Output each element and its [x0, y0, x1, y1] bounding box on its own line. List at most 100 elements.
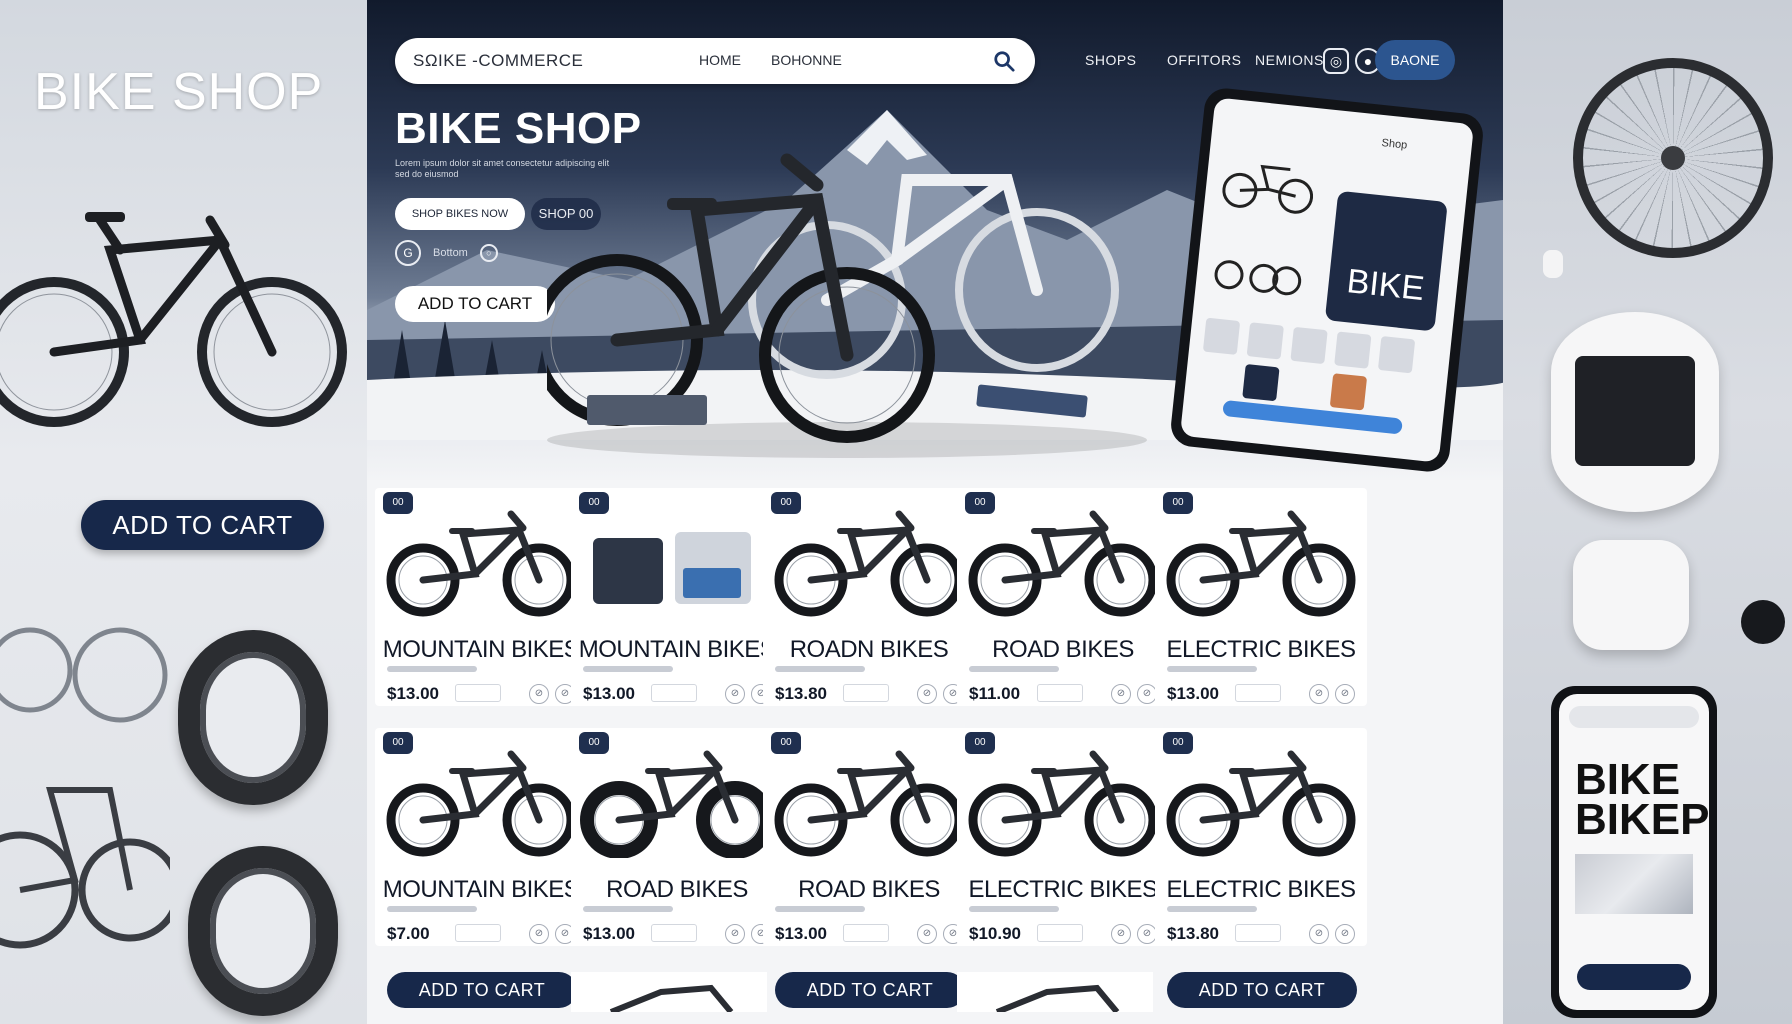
wishlist-icon[interactable]: ⊘: [1137, 924, 1157, 944]
handlebar-grip-ring: [188, 846, 338, 1016]
product-title[interactable]: ELECTRIC BIKES: [957, 876, 1169, 904]
phone-cart-button: [1577, 964, 1691, 990]
compare-icon[interactable]: ⊘: [1309, 924, 1329, 944]
compare-icon[interactable]: ⊘: [1111, 924, 1131, 944]
search-icon[interactable]: [993, 50, 1015, 72]
product-badge: 00: [383, 492, 413, 514]
tablet-cta-button: [1222, 399, 1403, 435]
product-card[interactable]: 00 ELECTRIC BIKES $10.90 ⊘ ⊘: [957, 728, 1169, 946]
tablet-header-label: Shop: [1380, 136, 1408, 152]
circle-dot-icon[interactable]: ○: [479, 244, 498, 262]
product-subtitle-line: [583, 906, 673, 912]
quantity-field[interactable]: [1235, 684, 1281, 702]
quantity-field[interactable]: [651, 684, 697, 702]
nav-home-link[interactable]: HOME: [699, 52, 741, 68]
product-image[interactable]: [1163, 748, 1359, 858]
compare-icon[interactable]: ⊘: [529, 684, 549, 704]
product-card-partial[interactable]: [571, 972, 767, 1015]
tablet-shirt-text: BIKE: [1345, 262, 1427, 309]
product-badge: 00: [1163, 492, 1193, 514]
product-card[interactable]: 00 ROADN BIKES $13.80 ⊘ ⊘: [763, 488, 975, 706]
tablet-mockup: Shop BIKE: [1168, 86, 1486, 474]
left-add-to-cart-button[interactable]: ADD TO CART: [81, 500, 324, 550]
grip-band: [1575, 356, 1695, 466]
product-subtitle-line: [387, 906, 477, 912]
product-title[interactable]: ROADN BIKES: [763, 636, 975, 664]
left-shop-title: BIKE SHOP: [34, 63, 324, 121]
product-title[interactable]: ELECTRIC BIKES: [1155, 876, 1367, 904]
product-price: $13.80: [1167, 924, 1219, 943]
nav-link-nemions[interactable]: NEMIONS: [1255, 52, 1324, 68]
add-to-cart-button[interactable]: ADD TO CART: [1167, 972, 1357, 1008]
product-image[interactable]: [771, 748, 967, 858]
product-card[interactable]: 00 ROAD BIKES $13.00 ⊘ ⊘: [763, 728, 975, 946]
product-card[interactable]: 00 MOUNTAIN BIKES $13.00 ⊘ ⊘: [375, 488, 587, 706]
compare-icon[interactable]: ⊘: [725, 924, 745, 944]
nav-link-shops[interactable]: SHOPS: [1085, 52, 1137, 68]
search-bar[interactable]: SΩIKE -COMMERCE HOME BOHONNE: [395, 38, 1035, 84]
product-image[interactable]: [771, 508, 967, 618]
left-bike-image: [0, 212, 347, 427]
product-title[interactable]: MOUNTAIN BIKES: [375, 876, 587, 904]
product-card[interactable]: 00 ELECTRIC BIKES $13.80 ⊘ ⊘: [1155, 728, 1367, 946]
product-card[interactable]: 00 ELECTRIC BIKES $13.00 ⊘ ⊘: [1155, 488, 1367, 706]
product-price: $13.00: [583, 924, 635, 943]
hero-add-to-cart-button[interactable]: ADD TO CART: [395, 286, 555, 322]
product-image[interactable]: [965, 748, 1161, 858]
product-image[interactable]: [1163, 508, 1359, 618]
nav-link-offitors[interactable]: OFFITORS: [1167, 52, 1242, 68]
bike-wheel-image: [1573, 58, 1773, 258]
instagram-icon[interactable]: ◎: [1323, 48, 1349, 74]
quantity-field[interactable]: [1235, 924, 1281, 942]
product-badge: 00: [383, 732, 413, 754]
product-title[interactable]: MOUNTAIN BIKES: [375, 636, 587, 664]
quantity-field[interactable]: [843, 924, 889, 942]
hero-small-label: Bottom: [433, 247, 468, 259]
product-image[interactable]: [383, 508, 579, 618]
product-image[interactable]: [965, 508, 1161, 618]
quantity-field[interactable]: [455, 684, 501, 702]
product-card-partial[interactable]: [957, 972, 1153, 1015]
product-card[interactable]: 00 MOUNTAIN BIKES $7.00 ⊘ ⊘: [375, 728, 587, 946]
phone-mockup: BIKE BIKEP: [1551, 686, 1717, 1018]
nav-action-button[interactable]: BAONE: [1375, 40, 1455, 80]
tablet-bike-thumbnails: [1214, 164, 1314, 296]
product-card[interactable]: 00 ROAD BIKES $13.00 ⊘ ⊘: [571, 728, 783, 946]
compare-icon[interactable]: ⊘: [529, 924, 549, 944]
compare-icon[interactable]: ⊘: [1309, 684, 1329, 704]
wishlist-icon[interactable]: ⊘: [1137, 684, 1157, 704]
hero-banner: SΩIKE -COMMERCE HOME BOHONNE SHOPS OFFIT…: [367, 0, 1503, 480]
wishlist-icon[interactable]: ⊘: [1335, 684, 1355, 704]
compare-icon[interactable]: ⊘: [725, 684, 745, 704]
product-title[interactable]: ELECTRIC BIKES: [1155, 636, 1367, 664]
add-to-cart-button[interactable]: ADD TO CART: [775, 972, 965, 1008]
quantity-field[interactable]: [651, 924, 697, 942]
product-subtitle-line: [387, 666, 477, 672]
product-title[interactable]: ROAD BIKES: [957, 636, 1169, 664]
quantity-field[interactable]: [1037, 684, 1083, 702]
compare-icon[interactable]: ⊘: [917, 684, 937, 704]
quantity-field[interactable]: [455, 924, 501, 942]
hero-shop-pill[interactable]: SHOP BIKES NOW: [395, 198, 525, 230]
product-card[interactable]: 00 ROAD BIKES $11.00 ⊘ ⊘: [957, 488, 1169, 706]
add-to-cart-button[interactable]: ADD TO CART: [387, 972, 577, 1008]
product-price: $13.80: [775, 684, 827, 703]
product-image[interactable]: [579, 748, 775, 859]
product-title[interactable]: ROAD BIKES: [763, 876, 975, 904]
wishlist-icon[interactable]: ⊘: [1335, 924, 1355, 944]
compare-icon[interactable]: ⊘: [917, 924, 937, 944]
product-subtitle-line: [969, 666, 1059, 672]
compare-icon[interactable]: ⊘: [1111, 684, 1131, 704]
product-title[interactable]: ROAD BIKES: [571, 876, 783, 904]
quantity-field[interactable]: [1037, 924, 1083, 942]
product-price: $13.00: [1167, 684, 1219, 703]
product-image[interactable]: [383, 748, 579, 858]
product-title[interactable]: MOUNTAIN BIKES: [571, 636, 783, 664]
product-card[interactable]: 00 MOUNTAIN BIKES $13.00 ⊘ ⊘: [571, 488, 783, 706]
quantity-field[interactable]: [843, 684, 889, 702]
circle-g-icon[interactable]: G: [395, 240, 421, 266]
nav-secondary-link[interactable]: BOHONNE: [771, 52, 842, 68]
product-image[interactable]: [579, 508, 775, 618]
search-input-text[interactable]: SΩIKE -COMMERCE: [413, 51, 583, 71]
tablet-thumb: [1246, 322, 1284, 360]
